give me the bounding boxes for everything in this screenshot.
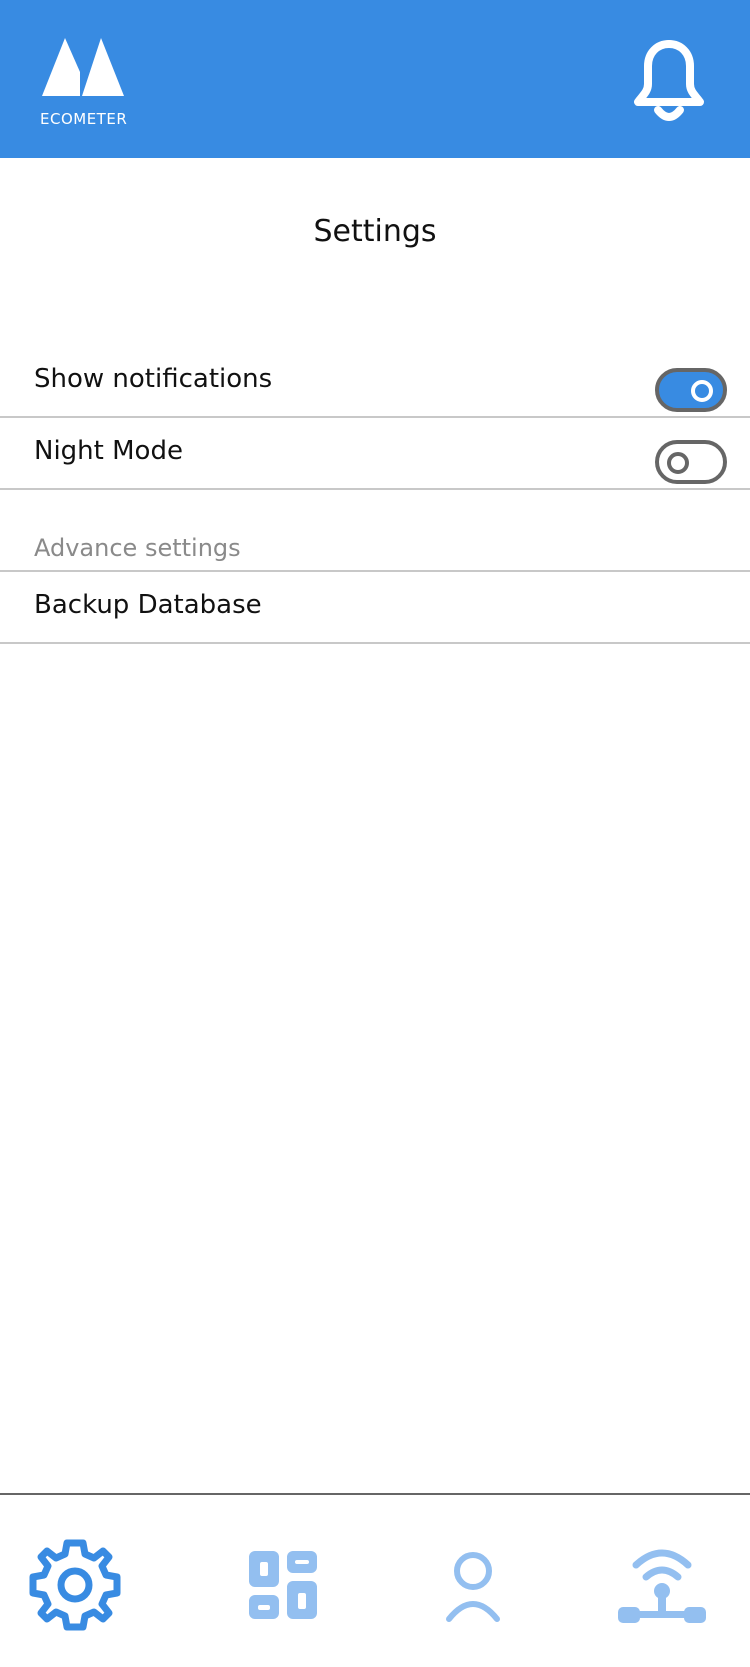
night-mode-toggle[interactable] (655, 440, 727, 484)
toggle-knob (667, 452, 689, 474)
setting-night-mode[interactable]: Night Mode (0, 418, 750, 490)
network-icon[interactable] (612, 1535, 712, 1635)
page-title: Settings (313, 214, 437, 249)
bottom-navigation (0, 1493, 750, 1667)
bell-icon[interactable] (632, 40, 706, 126)
advanced-settings-header: Advance settings (34, 534, 241, 562)
setting-label: Backup Database (34, 590, 262, 620)
user-icon[interactable] (423, 1535, 523, 1635)
settings-screen: ECOMETER Settings Show notifications Nig… (0, 0, 750, 1667)
show-notifications-toggle[interactable] (655, 368, 727, 412)
app-header: ECOMETER (0, 0, 750, 158)
setting-label: Show notifications (34, 364, 273, 394)
dashboard-icon[interactable] (233, 1535, 333, 1635)
toggle-knob (691, 380, 713, 402)
setting-backup-database[interactable]: Backup Database (0, 572, 750, 644)
setting-show-notifications[interactable]: Show notifications (0, 346, 750, 418)
setting-label: Night Mode (34, 436, 183, 466)
app-name: ECOMETER (40, 110, 128, 128)
gear-icon[interactable] (25, 1535, 125, 1635)
